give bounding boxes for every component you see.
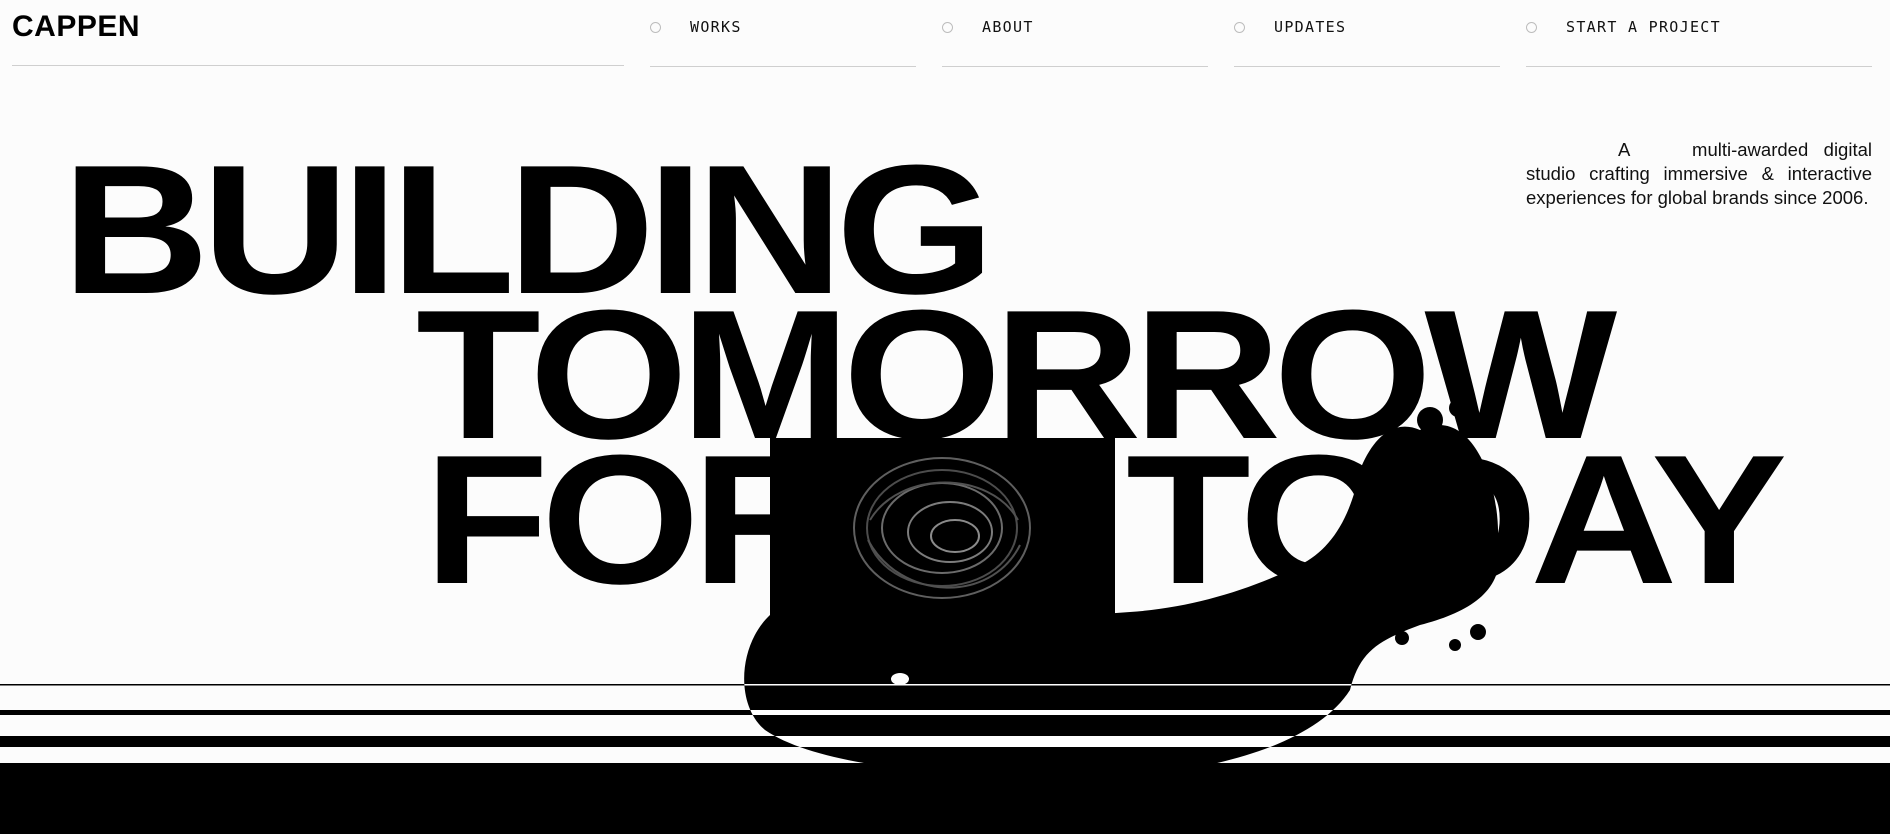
circle-bullet-icon xyxy=(942,22,953,33)
horizontal-stripes xyxy=(0,684,1890,834)
nav-about-label: ABOUT xyxy=(982,18,1034,36)
circle-bullet-icon xyxy=(650,22,661,33)
cappen-logo[interactable]: CAPPEN xyxy=(12,10,140,44)
tagline-lead: A xyxy=(1618,139,1631,160)
nav-start-project-label: START A PROJECT xyxy=(1566,18,1721,36)
nav-works-label: WORKS xyxy=(690,18,742,36)
logo-underline xyxy=(12,65,624,66)
nav-about-link[interactable]: ABOUT xyxy=(942,14,1208,67)
nav-works-link[interactable]: WORKS xyxy=(650,14,916,67)
headline-line-3-today: TODAY xyxy=(1126,416,1787,622)
nav-updates-label: UPDATES xyxy=(1274,18,1347,36)
tagline-body: multi-awarded digital studio crafting im… xyxy=(1526,139,1872,208)
headline-line-3-for: FOR xyxy=(424,416,840,622)
circle-bullet-icon xyxy=(1526,22,1537,33)
circle-bullet-icon xyxy=(1234,22,1245,33)
nav-start-project-link[interactable]: START A PROJECT xyxy=(1526,14,1872,67)
nav-updates-link[interactable]: UPDATES xyxy=(1234,14,1500,67)
blob-inverse-stripes xyxy=(744,684,1500,747)
studio-tagline: A multi-awarded digital studio crafting … xyxy=(1526,138,1872,210)
